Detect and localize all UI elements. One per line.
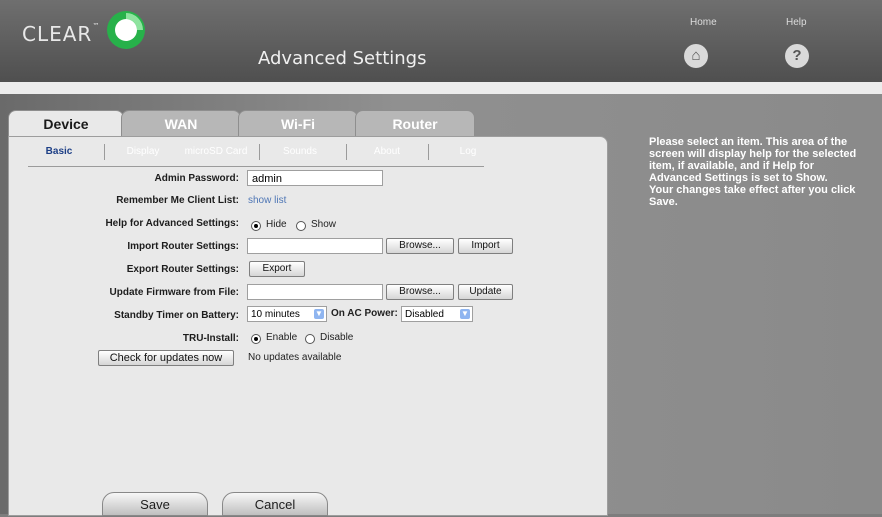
device-panel — [8, 136, 608, 516]
subtab-microsd[interactable]: microSD Card — [176, 146, 256, 157]
brand-logo-text: CLEAR™ — [22, 22, 101, 46]
tru-enable-label: Enable — [266, 332, 298, 343]
import-label: Import Router Settings: — [127, 241, 239, 252]
import-button[interactable]: Import — [458, 238, 513, 254]
export-button[interactable]: Export — [249, 261, 305, 277]
firmware-update-button[interactable]: Update — [458, 284, 513, 300]
subtab-basic[interactable]: Basic — [28, 146, 90, 157]
subtab-divider — [428, 144, 429, 160]
updates-status: No updates available — [248, 352, 342, 363]
tru-disable-label: Disable — [320, 332, 354, 343]
import-file-input[interactable] — [247, 238, 383, 254]
battery-timer-select[interactable]: 10 minutes ▼ — [247, 306, 327, 322]
tab-device[interactable]: Device — [8, 110, 124, 137]
help-hide-radio[interactable] — [251, 221, 261, 231]
help-line: Please select an item. This area of the … — [649, 136, 857, 184]
tab-wan[interactable]: WAN — [121, 110, 241, 137]
tru-install-label: TRU-Install: — [182, 333, 239, 344]
ac-power-select[interactable]: Disabled ▼ — [401, 306, 473, 322]
tab-wifi[interactable]: Wi-Fi — [238, 110, 358, 137]
standby-label: Standby Timer on Battery: — [114, 310, 239, 321]
help-show-label: Show — [311, 219, 337, 230]
import-browse-button[interactable]: Browse... — [386, 238, 454, 254]
help-hide-label: Hide — [266, 219, 287, 230]
tab-router[interactable]: Router — [355, 110, 475, 137]
chevron-down-icon: ▼ — [460, 309, 470, 319]
show-list-link[interactable]: show list — [248, 195, 286, 206]
help-icon[interactable]: ? — [785, 44, 809, 68]
subtab-divider — [259, 144, 260, 160]
clear-logo-icon — [107, 11, 145, 49]
ac-power-label: On AC Power: — [331, 308, 398, 319]
header-divider — [0, 82, 882, 94]
nav-home-label[interactable]: Home — [690, 17, 717, 28]
subtab-underline — [28, 166, 484, 167]
help-show-radio[interactable] — [296, 221, 306, 231]
firmware-label: Update Firmware from File: — [109, 287, 239, 298]
firmware-file-input[interactable] — [247, 284, 383, 300]
subtab-about[interactable]: About — [355, 146, 419, 157]
help-advanced-label: Help for Advanced Settings: — [105, 218, 239, 229]
help-line: Your changes take effect after you click… — [649, 184, 856, 208]
firmware-browse-button[interactable]: Browse... — [386, 284, 454, 300]
subtab-sounds[interactable]: Sounds — [268, 146, 332, 157]
subtab-log[interactable]: Log — [436, 146, 500, 157]
save-button[interactable]: Save — [102, 492, 208, 516]
tru-disable-radio[interactable] — [305, 334, 315, 344]
admin-password-input[interactable]: admin — [247, 170, 383, 186]
subtab-divider — [346, 144, 347, 160]
chevron-down-icon: ▼ — [314, 309, 324, 319]
page-title: Advanced Settings — [258, 48, 427, 69]
nav-help-label[interactable]: Help — [786, 17, 807, 28]
cancel-button[interactable]: Cancel — [222, 492, 328, 516]
check-updates-button[interactable]: Check for updates now — [98, 350, 234, 366]
home-icon[interactable]: ⌂ — [684, 44, 708, 68]
remember-client-label: Remember Me Client List: — [116, 195, 239, 206]
help-panel-text: Please select an item. This area of the … — [649, 136, 869, 208]
subtab-divider — [104, 144, 105, 160]
export-label: Export Router Settings: — [126, 264, 239, 275]
tru-enable-radio[interactable] — [251, 334, 261, 344]
admin-password-label: Admin Password: — [154, 173, 239, 184]
subtab-display[interactable]: Display — [111, 146, 175, 157]
